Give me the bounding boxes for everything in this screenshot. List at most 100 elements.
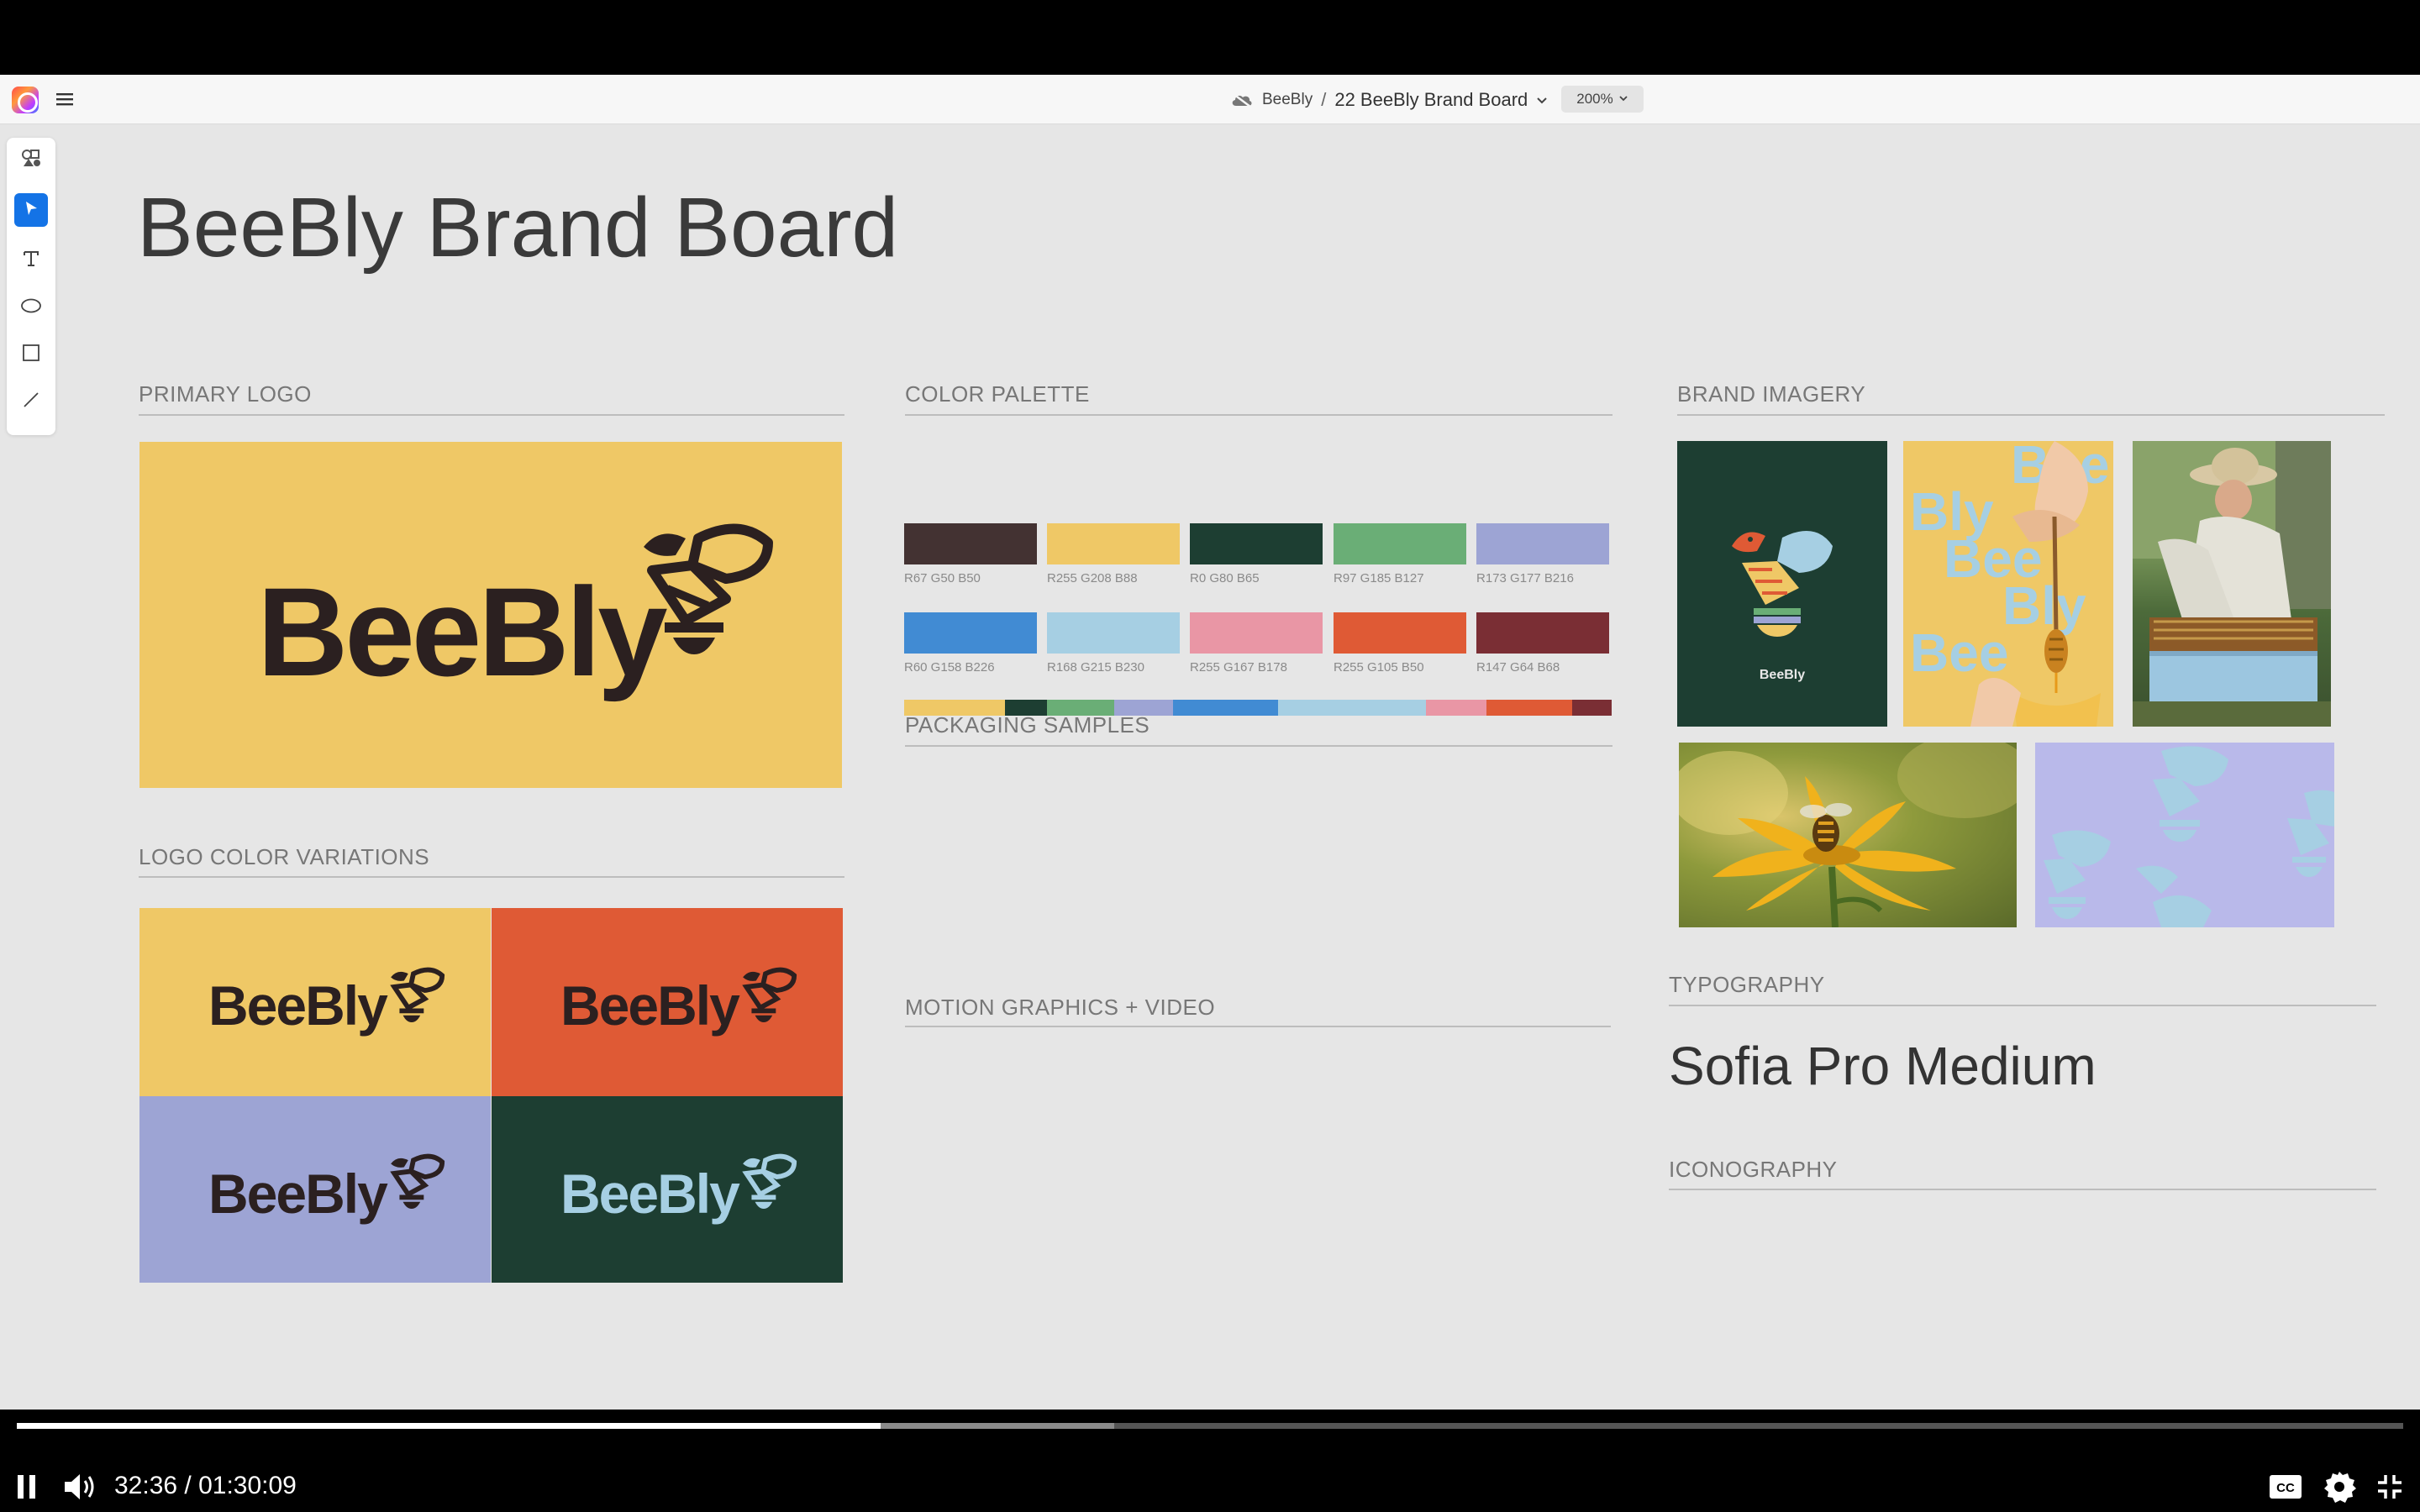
volume-button[interactable] xyxy=(62,1470,97,1507)
bee-pattern-icon xyxy=(2044,746,2334,927)
imagery-bee-pattern[interactable] xyxy=(2035,743,2334,927)
section-label-color-palette: COLOR PALETTE xyxy=(905,381,1090,407)
honey-dipper-hand-icon xyxy=(1962,441,2113,727)
section-divider xyxy=(905,1026,1611,1027)
pause-icon xyxy=(15,1473,39,1504)
color-swatch-label: R147 G64 B68 xyxy=(1476,660,1560,675)
bee-on-flower-illustration-icon xyxy=(1679,743,2017,927)
color-swatch[interactable] xyxy=(1476,612,1609,654)
strip-segment xyxy=(1426,700,1486,716)
color-swatch[interactable] xyxy=(1047,523,1180,564)
creative-cloud-logo-icon[interactable] xyxy=(12,87,39,113)
color-swatch[interactable] xyxy=(1334,523,1466,564)
breadcrumb-separator: / xyxy=(1321,89,1327,110)
logo-wordmark: BeeBly xyxy=(560,1163,740,1225)
section-label-primary-logo: PRIMARY LOGO xyxy=(139,381,312,407)
logo-variation-green[interactable]: BeeBly xyxy=(492,1096,843,1283)
zoom-level: 200% xyxy=(1576,91,1613,107)
bee-mark-icon xyxy=(383,1153,447,1212)
section-divider xyxy=(1677,414,2385,416)
logo-wordmark: BeeBly xyxy=(208,1163,388,1225)
board-title[interactable]: BeeBly Brand Board xyxy=(137,180,898,276)
color-swatch-label: R255 G167 B178 xyxy=(1190,660,1287,675)
zoom-dropdown[interactable]: 200% xyxy=(1561,86,1644,113)
video-progress-bar[interactable] xyxy=(17,1423,2403,1429)
document-title[interactable]: 22 BeeBly Brand Board xyxy=(1334,89,1528,111)
hamburger-menu-icon[interactable] xyxy=(55,90,74,108)
section-divider xyxy=(139,414,844,416)
color-swatch[interactable] xyxy=(1190,612,1323,654)
logo-variation-yellow[interactable]: BeeBly xyxy=(139,908,491,1096)
color-swatch-label: R255 G105 B50 xyxy=(1334,660,1424,675)
video-player-controls: 32:36 / 01:30:09 CC xyxy=(0,1410,2420,1512)
section-divider xyxy=(905,745,1612,747)
video-time: 32:36 / 01:30:09 xyxy=(114,1472,297,1500)
color-swatch[interactable] xyxy=(1334,612,1466,654)
section-divider xyxy=(139,876,844,878)
strip-segment xyxy=(1486,700,1572,716)
logo-variation-lavender[interactable]: BeeBly xyxy=(139,1096,491,1283)
color-swatch-label: R255 G208 B88 xyxy=(1047,571,1138,585)
imagery-green-poster[interactable]: BeeBly xyxy=(1677,441,1887,727)
svg-text:CC: CC xyxy=(2276,1481,2295,1495)
artboard-canvas[interactable]: BeeBly Brand Board PRIMARY LOGO BeeBly L… xyxy=(0,124,2420,1410)
pause-button[interactable] xyxy=(15,1470,39,1507)
color-swatch-label: R97 G185 B127 xyxy=(1334,571,1424,585)
progress-played xyxy=(17,1423,881,1429)
time-separator: / xyxy=(177,1472,199,1499)
logo-variation-orange[interactable]: BeeBly xyxy=(492,908,843,1096)
color-swatch-label: R60 G158 B226 xyxy=(904,660,995,675)
time-total: 01:30:09 xyxy=(198,1472,297,1499)
captions-button[interactable]: CC xyxy=(2269,1470,2302,1507)
color-swatch[interactable] xyxy=(904,523,1037,564)
section-label-typography: TYPOGRAPHY xyxy=(1669,972,1825,997)
time-current: 32:36 xyxy=(114,1472,178,1499)
section-divider xyxy=(1669,1189,2376,1190)
bee-mark-icon xyxy=(735,967,799,1026)
section-label-logo-variations: LOGO COLOR VARIATIONS xyxy=(139,844,430,869)
chevron-down-icon xyxy=(1618,91,1628,108)
volume-icon xyxy=(62,1472,97,1505)
color-swatch[interactable] xyxy=(1476,523,1609,564)
app-topbar: BeeBly / 22 BeeBly Brand Board 200% xyxy=(0,75,2420,124)
gear-icon xyxy=(2323,1470,2356,1507)
chevron-down-icon[interactable] xyxy=(1536,94,1548,106)
color-swatch[interactable] xyxy=(1190,523,1323,564)
logo-wordmark: BeeBly xyxy=(560,974,740,1037)
section-divider xyxy=(905,414,1612,416)
logo-wordmark: BeeBly xyxy=(257,561,668,702)
exit-fullscreen-button[interactable] xyxy=(2376,1470,2403,1507)
logo-wordmark: BeeBly xyxy=(208,974,388,1037)
section-label-iconography: ICONOGRAPHY xyxy=(1669,1157,1838,1182)
typography-sample[interactable]: Sofia Pro Medium xyxy=(1669,1035,2096,1097)
bee-mark-icon xyxy=(735,1153,799,1212)
exit-fullscreen-icon xyxy=(2376,1473,2403,1504)
imagery-honey-dipper-photo[interactable]: Bee Bly Bee Bly Bee xyxy=(1903,441,2113,727)
imagery-beekeeper-photo[interactable] xyxy=(2133,441,2331,727)
color-swatch-label: R0 G80 B65 xyxy=(1190,571,1260,585)
primary-logo-card[interactable]: BeeBly xyxy=(139,442,842,788)
section-divider xyxy=(1669,1005,2376,1006)
section-label-packaging: PACKAGING SAMPLES xyxy=(905,712,1150,738)
video-letterbox-top xyxy=(0,0,2420,75)
breadcrumb-owner[interactable]: BeeBly xyxy=(1262,91,1313,109)
strip-segment xyxy=(1173,700,1278,716)
section-label-motion: MOTION GRAPHICS + VIDEO xyxy=(905,995,1216,1020)
color-swatch-label: R168 G215 B230 xyxy=(1047,660,1144,675)
app-window: BeeBly / 22 BeeBly Brand Board 200% BeeB… xyxy=(0,75,2420,1410)
bee-illustration-icon xyxy=(1723,521,1841,642)
poster-caption: BeeBly xyxy=(1759,668,1806,682)
strip-segment xyxy=(1278,700,1426,716)
bee-mark-icon xyxy=(383,967,447,1026)
color-swatch[interactable] xyxy=(1047,612,1180,654)
document-breadcrumb[interactable]: BeeBly / 22 BeeBly Brand Board xyxy=(1230,87,1548,113)
settings-button[interactable] xyxy=(2323,1470,2356,1507)
bee-mark-icon xyxy=(627,522,778,659)
section-label-imagery: BRAND IMAGERY xyxy=(1677,381,1866,407)
imagery-bee-flower-photo[interactable] xyxy=(1679,743,2017,927)
color-swatch[interactable] xyxy=(904,612,1037,654)
color-swatch-label: R67 G50 B50 xyxy=(904,571,981,585)
beekeeper-illustration-icon xyxy=(2133,441,2331,727)
strip-segment xyxy=(1572,700,1612,716)
cloud-sync-icon xyxy=(1230,92,1254,108)
